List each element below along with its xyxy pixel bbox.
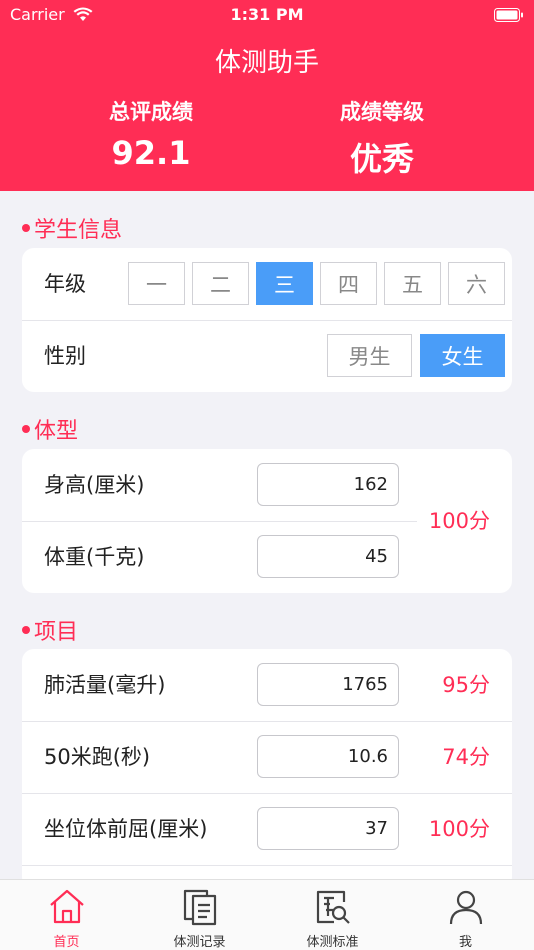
battery-icon (494, 7, 524, 26)
home-icon (49, 889, 84, 924)
total-score-value: 92.1 (111, 134, 191, 172)
vital-capacity-score: 95分 (442, 673, 490, 697)
header: Carrier 1:31 PM 体测助手 总评成绩 92.1 成绩等级 优秀 (0, 0, 534, 191)
tab-standards[interactable]: 体测标准 (266, 880, 399, 950)
status-bar: Carrier 1:31 PM (0, 0, 534, 30)
run-50m-score: 74分 (442, 745, 490, 769)
total-score-block: 总评成绩 92.1 (31, 96, 271, 172)
tab-home[interactable]: 首页 (0, 880, 133, 950)
sit-and-reach-score: 100分 (428, 817, 490, 841)
bullet-dot (22, 425, 30, 433)
status-time: 1:31 PM (230, 5, 304, 24)
gender-row: 性别 男生 女生 (22, 320, 512, 392)
app-title: 体测助手 (214, 48, 319, 78)
section-student-info-label: 学生信息 (34, 218, 123, 243)
bullet-dot (22, 626, 30, 634)
vital-capacity-label: 肺活量(毫升) (44, 673, 166, 697)
sit-and-reach-input[interactable]: 37 (257, 807, 399, 850)
records-icon (183, 889, 216, 926)
bmi-score: 100分 (428, 509, 490, 533)
weight-input[interactable]: 45 (257, 535, 399, 578)
body-type-card: 身高(厘米) 162 体重(千克) 45 100分 (22, 449, 512, 593)
item-row-sit-and-reach: 坐位体前屈(厘米) 37 100分 (22, 793, 512, 865)
tab-profile[interactable]: 我 (399, 880, 532, 950)
grade-row: 年级 一 二 三 四 五 六 (22, 248, 512, 320)
grade-button-3[interactable]: 三 (256, 262, 313, 305)
item-row-50m-run: 50米跑(秒) 10.6 74分 (22, 721, 512, 793)
tab-standards-label: 体测标准 (306, 935, 359, 950)
profile-icon (449, 890, 482, 925)
grade-level-value: 优秀 (349, 140, 414, 178)
sit-and-reach-label: 坐位体前屈(厘米) (44, 817, 208, 841)
grade-button-1[interactable]: 一 (128, 262, 185, 305)
item-row-vital-capacity: 肺活量(毫升) 1765 95分 (22, 649, 512, 721)
row-divider (22, 865, 512, 866)
total-score-label: 总评成绩 (109, 100, 193, 124)
grade-level-block: 成绩等级 优秀 (262, 96, 502, 180)
section-student-info: 学生信息 (22, 212, 122, 244)
items-card: 肺活量(毫升) 1765 95分 50米跑(秒) 10.6 74分 坐位体前屈(… (22, 649, 512, 889)
grade-button-6[interactable]: 六 (448, 262, 505, 305)
section-items: 项目 (22, 614, 78, 646)
gender-label: 性别 (44, 344, 86, 368)
height-label: 身高(厘米) (44, 473, 145, 497)
bullet-dot (22, 224, 30, 232)
grade-button-2[interactable]: 二 (192, 262, 249, 305)
grade-button-4[interactable]: 四 (320, 262, 377, 305)
grade-label: 年级 (44, 272, 86, 296)
weight-label: 体重(千克) (44, 545, 145, 569)
section-items-label: 项目 (34, 620, 79, 645)
grade-button-5[interactable]: 五 (384, 262, 441, 305)
vital-capacity-input[interactable]: 1765 (257, 663, 399, 706)
run-50m-label: 50米跑(秒) (44, 745, 151, 769)
tab-profile-label: 我 (458, 935, 472, 950)
tab-records[interactable]: 体测记录 (133, 880, 266, 950)
gender-button-female[interactable]: 女生 (420, 334, 505, 377)
grade-level-label: 成绩等级 (340, 100, 424, 124)
section-body-type: 体型 (22, 413, 78, 445)
section-body-type-label: 体型 (34, 419, 79, 444)
standards-icon (316, 890, 350, 924)
height-input[interactable]: 162 (257, 463, 399, 506)
tab-records-label: 体测记录 (173, 935, 226, 950)
tab-bar: 首页 体测记录 体测标准 我 (0, 879, 534, 950)
tab-home-label: 首页 (53, 935, 80, 950)
student-info-card: 年级 一 二 三 四 五 六 性别 男生 女生 (22, 248, 512, 392)
run-50m-input[interactable]: 10.6 (257, 735, 399, 778)
gender-button-male[interactable]: 男生 (327, 334, 412, 377)
